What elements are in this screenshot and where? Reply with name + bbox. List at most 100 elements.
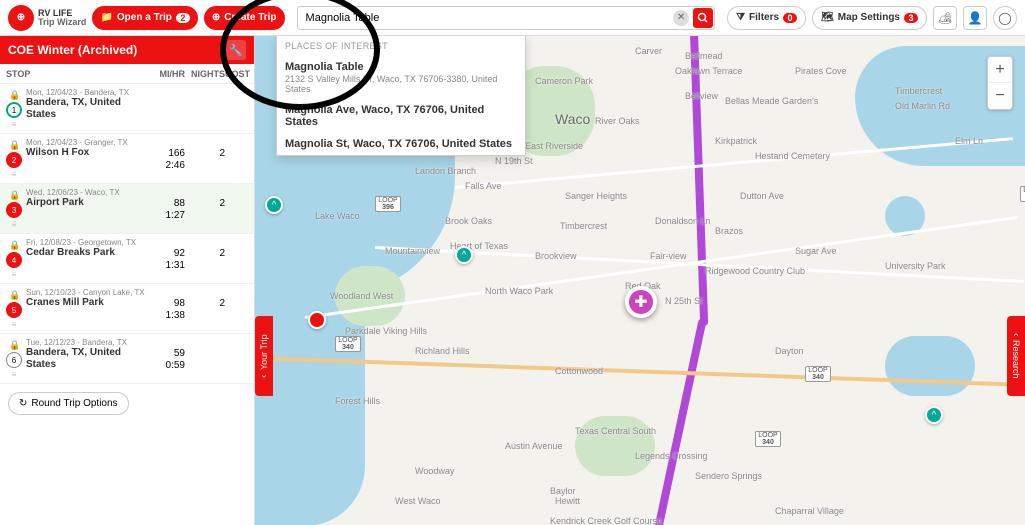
drag-handle-icon[interactable]: ≡: [12, 370, 17, 379]
lock-icon: 🔒: [9, 140, 19, 150]
trip-settings-icon[interactable]: 🔧: [226, 40, 246, 60]
map-stop-pin[interactable]: [308, 311, 326, 329]
filters-button[interactable]: ⧩ Filters 0: [727, 6, 806, 30]
map-label: Legends Crossing: [635, 451, 708, 461]
drag-handle-icon[interactable]: ≡: [12, 320, 17, 329]
map-label: Cottonwood: [555, 366, 603, 376]
drag-handle-icon[interactable]: ≡: [12, 120, 17, 129]
map-poi-pin[interactable]: ^: [265, 196, 283, 214]
stop-nights: [185, 88, 225, 129]
stop-row[interactable]: 🔒4≡Fri, 12/08/23 - Georgetown, TXCedar B…: [0, 234, 254, 284]
zoom-in-button[interactable]: +: [988, 57, 1012, 83]
stop-nights: 2: [185, 238, 225, 279]
dropdown-item[interactable]: Magnolia St, Waco, TX 76706, United Stat…: [277, 133, 525, 155]
map-label: N 19th St: [495, 156, 533, 166]
map-label: Forest Hills: [335, 396, 380, 406]
stop-row[interactable]: 🔒6≡Tue, 12/12/23 - Bandera, TXBandera, T…: [0, 334, 254, 384]
map-label: Oaklawn Terrace: [675, 66, 742, 76]
brand-line2: Trip Wizard: [38, 18, 86, 27]
map-label: North Waco Park: [485, 286, 553, 296]
map-label: Dayton: [775, 346, 804, 356]
search-button[interactable]: [693, 8, 713, 28]
account-button[interactable]: ◯: [993, 6, 1017, 30]
map-label: Pirates Cove: [795, 66, 847, 76]
round-trip-button[interactable]: ↻ Round Trip Options: [8, 392, 129, 415]
stop-number: 4: [6, 252, 22, 268]
trip-title: COE Winter (Archived): [8, 43, 137, 57]
chevron-left-icon: ‹: [1011, 333, 1022, 336]
stop-row[interactable]: 🔒3≡Wed, 12/06/23 - Waco, TXAirport Park8…: [0, 184, 254, 234]
map-label: Woodland West: [330, 291, 393, 301]
user-button[interactable]: 👤: [963, 6, 987, 30]
drag-handle-icon[interactable]: ≡: [12, 170, 17, 179]
research-tab[interactable]: ‹ Research: [1007, 316, 1025, 396]
trip-sidebar: COE Winter (Archived) 🔧 STOP MI/HR NIGHT…: [0, 36, 255, 525]
route-shield: LOOP340: [755, 431, 781, 447]
map-label: Timbercrest: [895, 86, 942, 96]
map-label: Brazos: [715, 226, 743, 236]
lock-icon: 🔒: [9, 340, 19, 350]
stop-date: Wed, 12/06/23 - Waco, TX: [26, 188, 150, 197]
map-label: Chaparral Village: [775, 506, 844, 516]
stop-name: Bandera, TX, United States: [26, 347, 150, 371]
map-label: Timbercrest: [560, 221, 607, 231]
app-logo[interactable]: ⊕ RV LIFE Trip Wizard: [8, 5, 86, 31]
map-label: Hestand Cemetery: [755, 151, 830, 161]
stop-name: Cedar Breaks Park: [26, 247, 150, 259]
stop-number: 1: [6, 102, 22, 118]
map-poi-pin[interactable]: ^: [455, 246, 473, 264]
map-poi-pin[interactable]: ^: [925, 406, 943, 424]
stop-name: Wilson H Fox: [26, 147, 150, 159]
dropdown-item[interactable]: Magnolia Ave, Waco, TX 76706, United Sta…: [277, 99, 525, 133]
stop-miles: 1662:46: [150, 138, 185, 179]
map-label: Bellas Meade Garden's: [725, 96, 818, 106]
stop-name: Cranes Mill Park: [26, 297, 150, 309]
open-trip-button[interactable]: 📁 Open a Trip 2: [92, 6, 197, 30]
create-trip-button[interactable]: ⊕ Create Trip: [204, 6, 285, 30]
map-label: Old Marlin Rd: [895, 101, 950, 111]
map-settings-button[interactable]: 🗺 Map Settings 3: [812, 6, 927, 30]
drag-handle-icon[interactable]: ≡: [12, 270, 17, 279]
your-trip-tab[interactable]: ‹ Your Trip: [255, 316, 273, 396]
filter-icon: ⧩: [736, 12, 745, 23]
map-settings-badge: 3: [904, 13, 918, 23]
stop-row[interactable]: 🔒2≡Mon, 12/04/23 - Granger, TXWilson H F…: [0, 134, 254, 184]
dropdown-header: PLACES OF INTEREST: [277, 36, 525, 56]
map-label: Woodway: [415, 466, 454, 476]
dropdown-item[interactable]: Magnolia Table2132 S Valley Mills Dr, Wa…: [277, 56, 525, 99]
map-label: Texas Central South: [575, 426, 656, 436]
lock-icon: 🔒: [9, 90, 19, 100]
map-label: Kendrick Creek Golf Course: [550, 516, 662, 525]
map-label: West Waco: [395, 496, 441, 506]
stop-name: Airport Park: [26, 197, 150, 209]
stop-date: Tue, 12/12/23 - Bandera, TX: [26, 338, 150, 347]
col-mi: MI/HR: [150, 69, 185, 79]
route-shield: LOOP340: [805, 366, 831, 382]
map-label: Sendero Springs: [695, 471, 762, 481]
route-shield: LOOP340: [1020, 186, 1025, 202]
rv-profile-button[interactable]: 🏕: [933, 6, 957, 30]
map-label: Baylor: [550, 486, 576, 496]
open-trip-badge: 2: [176, 13, 190, 23]
stop-row[interactable]: 🔒1≡Mon, 12/04/23 - Bandera, TXBandera, T…: [0, 84, 254, 134]
map-label: Richland Hills: [415, 346, 470, 356]
map-target-pin[interactable]: ✚: [625, 286, 657, 318]
zoom-out-button[interactable]: −: [988, 83, 1012, 109]
stop-nights: 2: [185, 188, 225, 229]
search-clear-icon[interactable]: ✕: [673, 10, 689, 26]
search-input[interactable]: [297, 6, 716, 30]
map-label: Bellmead: [685, 51, 723, 61]
map-label: Mountainview: [385, 246, 440, 256]
drag-handle-icon[interactable]: ≡: [12, 220, 17, 229]
map-label: Dutton Ave: [740, 191, 784, 201]
map-label: University Park: [885, 261, 946, 271]
map-label: Brookview: [535, 251, 577, 261]
stop-row[interactable]: 🔒5≡Sun, 12/10/23 - Canyon Lake, TXCranes…: [0, 284, 254, 334]
map-label: Fair-view: [650, 251, 687, 261]
stop-name: Bandera, TX, United States: [26, 97, 150, 121]
map-label: N 25th St: [665, 296, 703, 306]
filters-badge: 0: [783, 13, 797, 23]
stop-number: 5: [6, 302, 22, 318]
logo-icon: ⊕: [8, 5, 34, 31]
map-label: Landon Branch: [415, 166, 476, 176]
